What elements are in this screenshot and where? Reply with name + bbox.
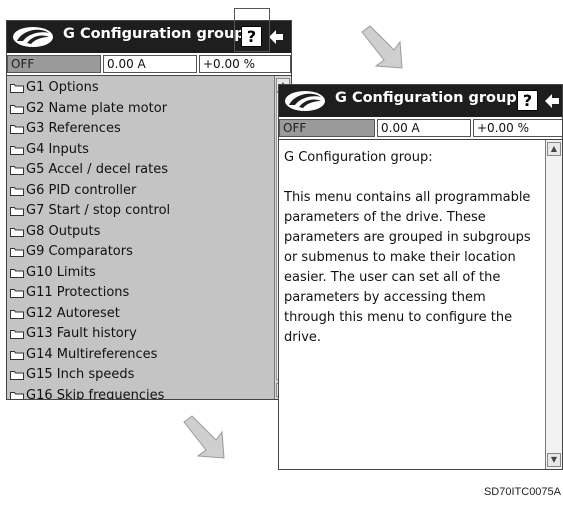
folder-icon [10, 350, 24, 360]
speed-percent: +0.00 % [473, 119, 562, 137]
folder-icon [10, 309, 24, 319]
folder-icon [10, 227, 24, 237]
folder-icon [10, 166, 24, 176]
menu-item[interactable]: G15 Inch speeds [10, 365, 273, 386]
folder-icon [10, 104, 24, 114]
menu-item-label: G3 References [26, 121, 121, 136]
help-text-area: G Configuration group: This menu contain… [279, 140, 562, 469]
menu-item[interactable]: G2 Name plate motor [10, 99, 273, 120]
menu-item-label: G1 Options [26, 80, 99, 95]
menu-item-label: G12 Autoreset [26, 305, 120, 321]
menu-item[interactable]: G5 Accel / decel rates [10, 160, 273, 181]
folder-icon [10, 391, 24, 399]
help-screen: G Configuration group ? OFF 0.00 A +0.00… [278, 84, 563, 470]
scroll-down-button[interactable]: ▼ [547, 453, 561, 467]
menu-item-label: G16 Skip frequencies [26, 387, 165, 400]
arrow-down-right-icon [183, 415, 225, 459]
menu-list: G1 Options G2 Name plate motor G3 Referenc… [7, 76, 291, 399]
figure-code: SD70ITC0075A [483, 486, 561, 498]
arrow-down-right-icon [361, 25, 403, 69]
folder-icon [10, 289, 24, 299]
folder-icon [10, 145, 24, 155]
folder-icon [10, 268, 24, 278]
logo-icon [285, 91, 325, 111]
drive-state: OFF [7, 55, 101, 73]
menu-item[interactable]: G12 Autoreset [10, 304, 273, 325]
help-scrollbar[interactable]: ▲ ▼ [545, 140, 562, 469]
status-bar: OFF 0.00 A +0.00 % [279, 118, 562, 140]
menu-item[interactable]: G9 Comparators [10, 242, 273, 263]
motor-current: 0.00 A [377, 119, 471, 137]
drive-state: OFF [279, 119, 375, 137]
menu-item-label: G7 Start / stop control [26, 203, 171, 218]
menu-item-label: G2 Name plate motor [26, 100, 168, 116]
menu-item[interactable]: G7 Start / stop control [10, 201, 273, 222]
logo-icon [13, 27, 53, 47]
menu-item[interactable]: G13 Fault history [10, 324, 273, 345]
folder-icon [10, 84, 24, 94]
folder-icon [10, 186, 24, 196]
help-button[interactable]: ? [517, 90, 538, 111]
folder-icon [10, 248, 24, 258]
screen-title: G Configuration group [335, 90, 517, 106]
scroll-up-button[interactable]: ▲ [547, 142, 561, 156]
folder-icon [10, 125, 24, 135]
speed-percent: +0.00 % [199, 55, 291, 73]
menu-item[interactable]: G4 Inputs [10, 140, 273, 161]
title-bar: G Configuration group ? [279, 85, 562, 117]
menu-item-label: G4 Inputs [26, 141, 89, 157]
menu-item[interactable]: G14 Multireferences [10, 345, 273, 366]
menu-item-label: G11 Protections [26, 285, 130, 300]
menu-item[interactable]: G3 References [10, 119, 273, 140]
menu-item-label: G9 Comparators [26, 244, 133, 259]
menu-item[interactable]: G1 Options [10, 78, 273, 99]
menu-item-label: G13 Fault history [26, 326, 137, 341]
menu-item[interactable]: G11 Protections [10, 283, 273, 304]
menu-item-label: G15 Inch speeds [26, 367, 135, 382]
help-button-highlight [234, 8, 270, 52]
configuration-menu-screen: G Configuration group ? OFF 0.00 A +0.00… [6, 20, 292, 400]
back-button[interactable] [541, 90, 562, 111]
menu-item[interactable]: G16 Skip frequencies [10, 386, 273, 400]
folder-icon [10, 371, 24, 381]
menu-item-label: G5 Accel / decel rates [26, 162, 169, 177]
menu-item-label: G14 Multireferences [26, 346, 158, 362]
menu-item[interactable]: G6 PID controller [10, 181, 273, 202]
menu-item[interactable]: G10 Limits [10, 263, 273, 284]
menu-items: G1 Options G2 Name plate motor G3 Referenc… [10, 78, 273, 399]
status-bar: OFF 0.00 A +0.00 % [7, 54, 291, 76]
folder-icon [10, 330, 24, 340]
arrow-left-icon [544, 94, 559, 108]
motor-current: 0.00 A [103, 55, 197, 73]
screen-title: G Configuration group [63, 26, 245, 42]
menu-item[interactable]: G8 Outputs [10, 222, 273, 243]
folder-icon [10, 207, 24, 217]
help-body: This menu contains all programmable para… [284, 190, 531, 345]
menu-item-label: G10 Limits [26, 264, 96, 280]
menu-item-label: G8 Outputs [26, 223, 101, 239]
help-heading: G Configuration group: [284, 150, 433, 165]
menu-item-label: G6 PID controller [26, 182, 137, 198]
